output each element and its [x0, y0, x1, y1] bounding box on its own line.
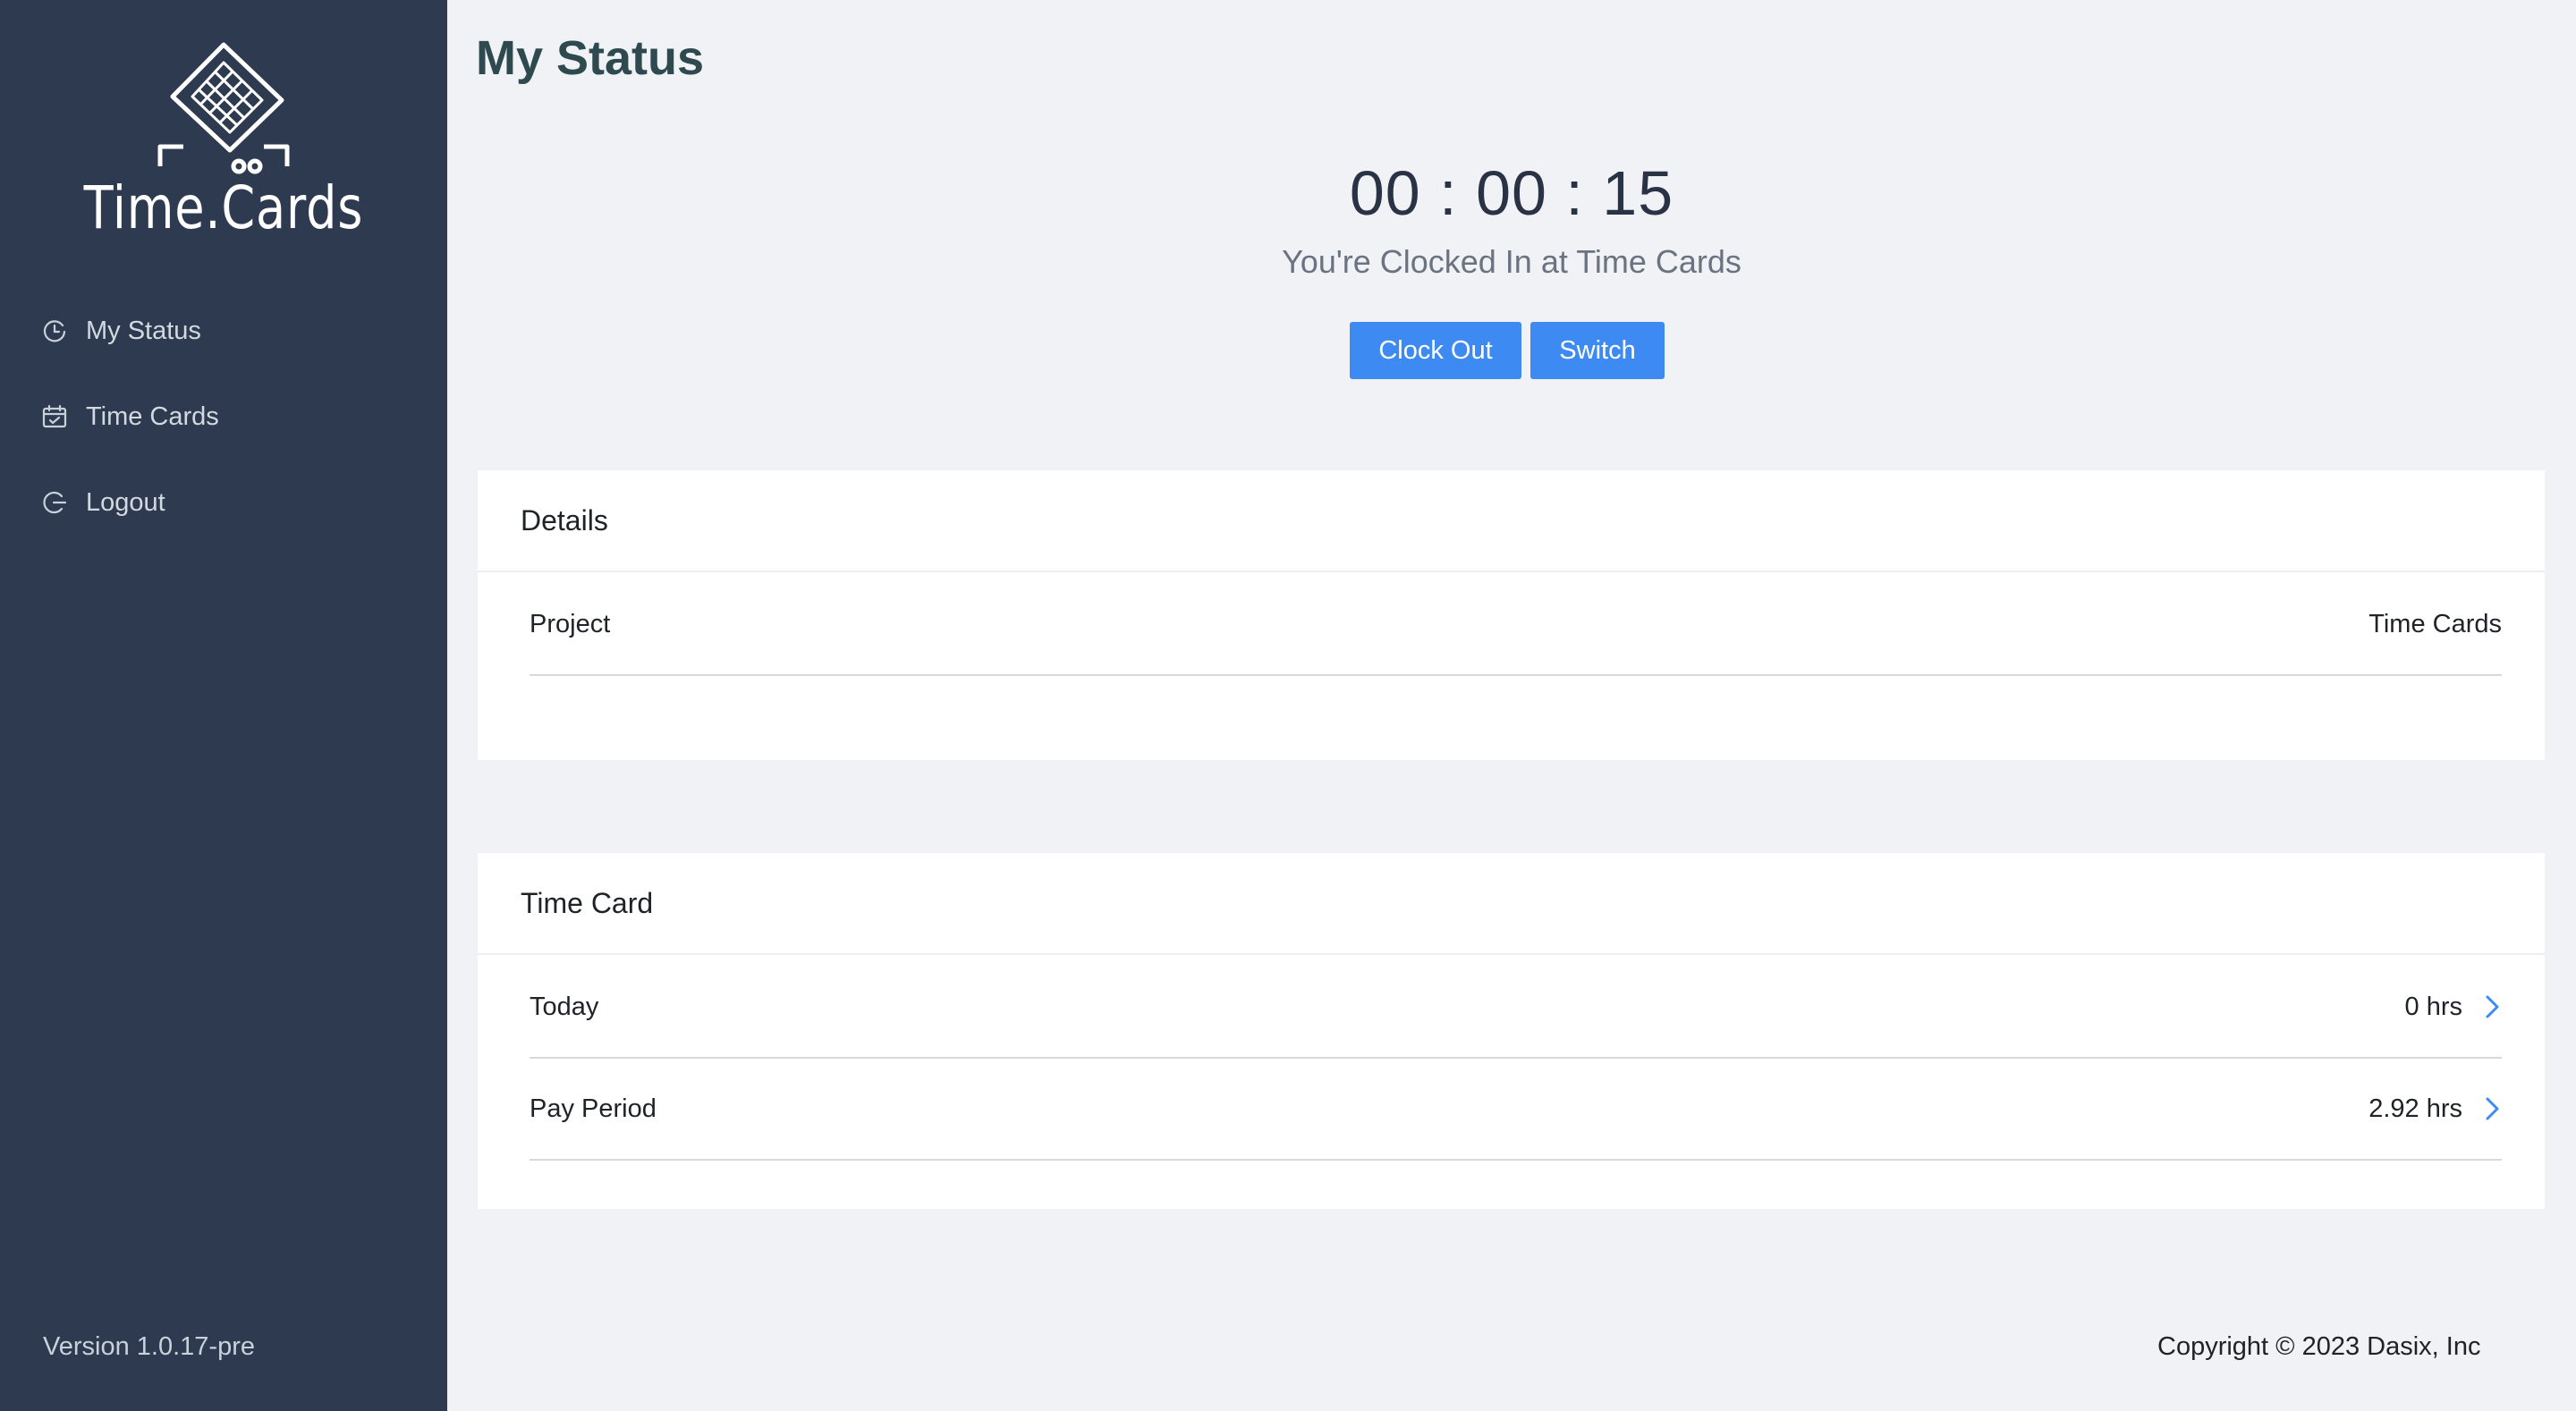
clock-status-text: You're Clocked In at Time Cards [1282, 243, 1741, 280]
time-card-row-pay-period[interactable]: Pay Period 2.92 hrs [530, 1059, 2502, 1161]
copyright-text: Copyright © 2023 Dasix, Inc [2157, 1332, 2481, 1361]
sidebar-item-label: Logout [86, 487, 165, 517]
row-label: Today [530, 992, 599, 1021]
elapsed-timer: 00 : 00 : 15 [1349, 158, 1674, 228]
row-value: Time Cards [2368, 609, 2502, 638]
calendar-icon [42, 404, 67, 428]
page-title: My Status [476, 31, 705, 85]
time-card-card: Time Card Today 0 hrs Pay Period 2.92 hr… [478, 853, 2545, 1209]
sidebar-item-my-status[interactable]: My Status [0, 288, 447, 374]
row-label: Pay Period [530, 1094, 657, 1123]
row-value: 0 hrs [2404, 992, 2462, 1021]
sidebar: Time.Cards My Status Time Cards Logout V… [0, 0, 447, 1411]
sidebar-item-time-cards[interactable]: Time Cards [0, 374, 447, 460]
row-value: 2.92 hrs [2368, 1094, 2462, 1123]
sidebar-nav: My Status Time Cards Logout [0, 288, 447, 545]
sidebar-item-label: My Status [86, 316, 201, 345]
logo-card-icon [157, 42, 290, 174]
clock-out-button[interactable]: Clock Out [1350, 322, 1521, 379]
version-label: Version 1.0.17-pre [43, 1332, 255, 1361]
time-card-title: Time Card [478, 853, 2545, 955]
logout-icon [43, 491, 67, 514]
row-label: Project [530, 609, 611, 638]
sidebar-item-logout[interactable]: Logout [0, 460, 447, 545]
app-logo[interactable]: Time.Cards [0, 39, 447, 245]
sidebar-item-label: Time Cards [86, 401, 219, 431]
chevron-right-icon[interactable] [2482, 993, 2502, 1020]
switch-button[interactable]: Switch [1530, 322, 1665, 379]
time-card-row-today[interactable]: Today 0 hrs [530, 957, 2502, 1059]
logo-text: Time.Cards [83, 173, 364, 242]
details-card: Details Project Time Cards [478, 470, 2545, 760]
details-row-project: Project Time Cards [530, 574, 2502, 676]
status-clock-icon [43, 320, 66, 342]
details-card-title: Details [478, 470, 2545, 572]
chevron-right-icon[interactable] [2482, 1095, 2502, 1122]
